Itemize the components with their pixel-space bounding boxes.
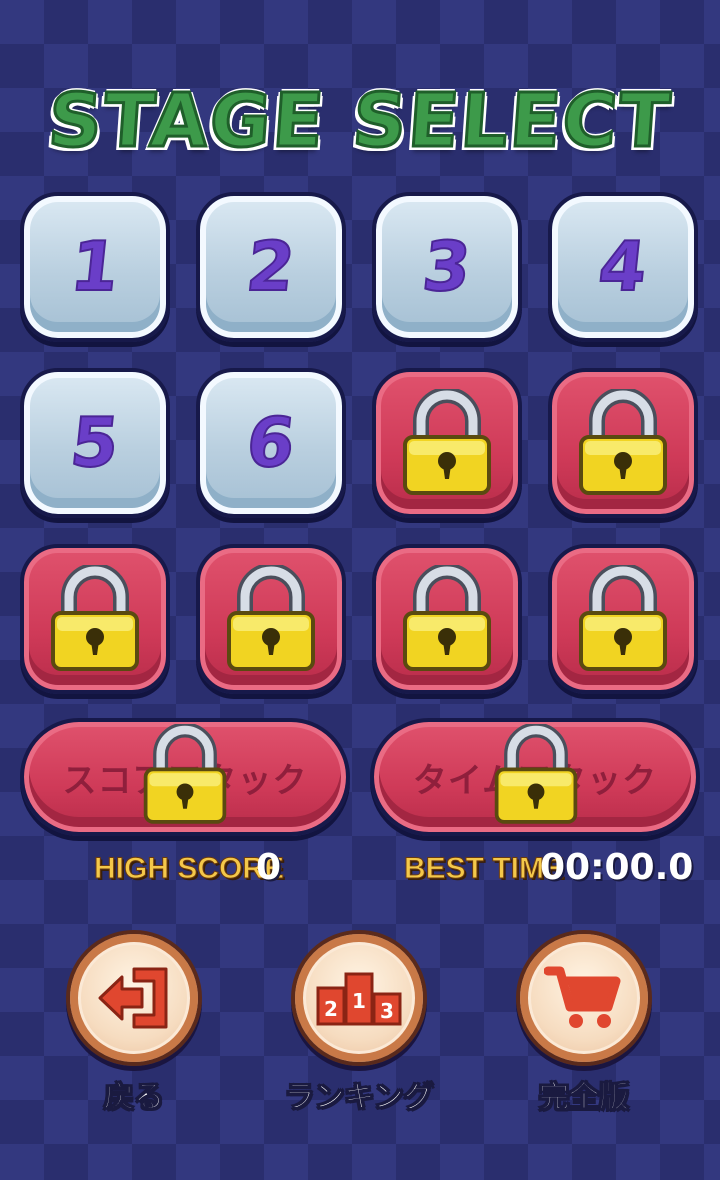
stage-number: 4 — [594, 227, 652, 308]
podium-icon: 2 1 3 — [316, 972, 402, 1026]
stage-button-5[interactable]: 5 — [20, 368, 170, 518]
padlock-icon — [227, 565, 315, 671]
full-version-button[interactable] — [516, 930, 652, 1066]
full-version-label: 完全版 — [539, 1080, 630, 1116]
stage-button-2[interactable]: 2 — [196, 192, 346, 342]
stage-number: 1 — [66, 227, 124, 308]
high-score-value: 0 — [256, 847, 282, 888]
stage-number: 2 — [242, 227, 300, 308]
padlock-icon — [403, 389, 491, 495]
stage-button-3[interactable]: 3 — [372, 192, 522, 342]
stage-number: 3 — [418, 227, 476, 308]
padlock-icon — [579, 389, 667, 495]
stage-button-9-locked[interactable] — [20, 544, 170, 694]
stage-button-7-locked[interactable] — [372, 368, 522, 518]
stage-button-4[interactable]: 4 — [548, 192, 698, 342]
stage-button-6[interactable]: 6 — [196, 368, 346, 518]
podium-second: 2 — [324, 997, 338, 1021]
exit-door-icon — [98, 967, 168, 1029]
padlock-icon — [403, 565, 491, 671]
stage-number: 6 — [242, 403, 300, 484]
page-title: STAGE SELECT — [44, 77, 676, 166]
padlock-icon — [494, 724, 578, 824]
stage-button-11-locked[interactable] — [372, 544, 522, 694]
back-button[interactable] — [66, 930, 202, 1066]
shopping-cart-icon — [544, 966, 621, 1028]
padlock-icon — [51, 565, 139, 671]
best-time-value: 00:00.0 — [540, 847, 694, 888]
stage-button-8-locked[interactable] — [548, 368, 698, 518]
stage-button-12-locked[interactable] — [548, 544, 698, 694]
ranking-label: ランキング — [284, 1080, 434, 1116]
back-label: 戻る — [104, 1080, 165, 1116]
ranking-button[interactable]: 2 1 3 — [291, 930, 427, 1066]
stage-button-10-locked[interactable] — [196, 544, 346, 694]
podium-first: 1 — [352, 989, 366, 1013]
stage-button-1[interactable]: 1 — [20, 192, 170, 342]
podium-third: 3 — [380, 999, 394, 1023]
padlock-icon — [579, 565, 667, 671]
stage-number: 5 — [66, 403, 124, 484]
padlock-icon — [143, 724, 227, 824]
